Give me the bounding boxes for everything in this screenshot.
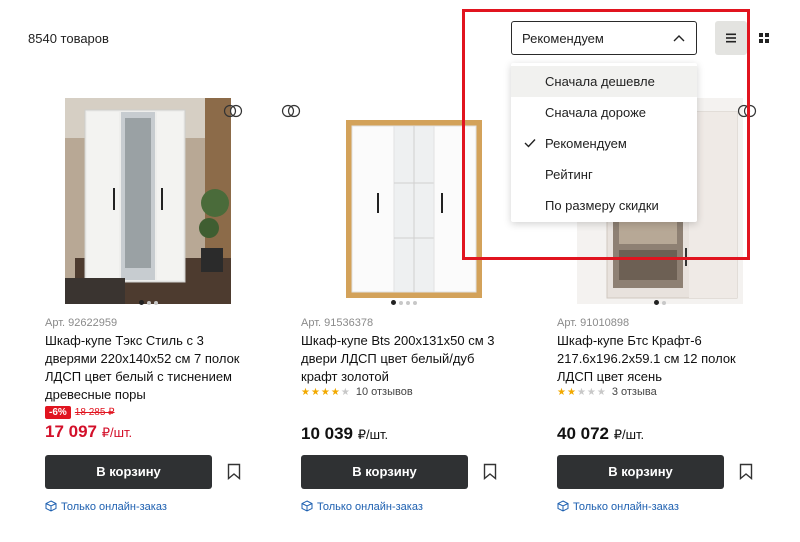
wardrobe-photo-1 bbox=[65, 98, 231, 304]
online-order-only: Только онлайн-заказ bbox=[45, 500, 167, 513]
bookmark-icon[interactable] bbox=[739, 463, 753, 480]
product-card[interactable]: Арт. 91536378 Шкаф-купе Bts 200x131x50 с… bbox=[281, 98, 531, 528]
wardrobe-photo-2 bbox=[321, 98, 487, 304]
product-price: 17 097 ₽/шт. bbox=[45, 422, 132, 442]
sort-option-recommended[interactable]: Рекомендуем bbox=[511, 128, 697, 159]
rating-stars: ★★★★★ bbox=[301, 387, 351, 398]
product-image[interactable] bbox=[321, 98, 487, 304]
online-order-label: Только онлайн-заказ bbox=[317, 501, 423, 513]
rating-row[interactable]: ★★★★★ 10 отзывов bbox=[301, 386, 413, 398]
image-pager-dots bbox=[557, 300, 763, 305]
box-icon bbox=[557, 500, 569, 512]
article-number: Арт. 92622959 bbox=[45, 317, 118, 329]
sort-option-rating[interactable]: Рейтинг bbox=[511, 159, 697, 190]
product-count: 8540 товаров bbox=[28, 31, 109, 46]
list-view-icon bbox=[726, 33, 736, 43]
image-pager-dots bbox=[45, 300, 251, 305]
price-unit: ₽/шт. bbox=[357, 427, 389, 442]
box-icon bbox=[301, 500, 313, 512]
sort-dropdown-menu: Сначала дешевле Сначала дороже Рекоменду… bbox=[511, 63, 697, 222]
discount-row: -6% 18 285 ₽ bbox=[45, 406, 115, 419]
reviews-count: 10 отзывов bbox=[355, 386, 413, 398]
grid-view-icon bbox=[759, 33, 769, 43]
chevron-up-icon bbox=[673, 35, 685, 42]
add-to-cart-button[interactable]: В корзину bbox=[557, 455, 724, 489]
article-number: Арт. 91536378 bbox=[301, 317, 374, 329]
sort-option-discount-size[interactable]: По размеру скидки bbox=[511, 190, 697, 221]
compare-icon[interactable] bbox=[737, 102, 757, 120]
reviews-count: 3 отзыва bbox=[611, 386, 657, 398]
price-value: 17 097 bbox=[45, 422, 97, 441]
rating-stars: ★★★★★ bbox=[557, 387, 607, 398]
rating-row[interactable]: ★★★★★ 3 отзыва bbox=[557, 386, 657, 398]
price-value: 10 039 bbox=[301, 424, 353, 443]
compare-icon[interactable] bbox=[281, 102, 301, 120]
product-price: 40 072 ₽/шт. bbox=[557, 424, 644, 444]
product-title[interactable]: Шкаф-купе Тэкс Стиль с 3 дверями 220х140… bbox=[45, 332, 251, 404]
grid-view-button[interactable] bbox=[748, 21, 780, 55]
online-order-label: Только онлайн-заказ bbox=[573, 501, 679, 513]
sort-option-cheaper-first[interactable]: Сначала дешевле bbox=[511, 66, 697, 97]
price-value: 40 072 bbox=[557, 424, 609, 443]
product-price: 10 039 ₽/шт. bbox=[301, 424, 388, 444]
add-to-cart-button[interactable]: В корзину bbox=[45, 455, 212, 489]
product-image[interactable] bbox=[65, 98, 231, 304]
article-number: Арт. 91010898 bbox=[557, 317, 630, 329]
sort-option-expensive-first[interactable]: Сначала дороже bbox=[511, 97, 697, 128]
checkmark-icon bbox=[524, 139, 536, 148]
price-unit: ₽/шт. bbox=[101, 425, 133, 440]
image-pager-dots bbox=[301, 300, 507, 305]
old-price: 18 285 ₽ bbox=[74, 407, 115, 418]
sort-selected-value: Рекомендуем bbox=[522, 31, 604, 46]
box-icon bbox=[45, 500, 57, 512]
price-unit: ₽/шт. bbox=[613, 427, 645, 442]
online-order-label: Только онлайн-заказ bbox=[61, 501, 167, 513]
compare-icon[interactable] bbox=[223, 102, 243, 120]
add-to-cart-button[interactable]: В корзину bbox=[301, 455, 468, 489]
bookmark-icon[interactable] bbox=[483, 463, 497, 480]
list-view-button[interactable] bbox=[715, 21, 747, 55]
online-order-only: Только онлайн-заказ bbox=[301, 500, 423, 513]
product-title[interactable]: Шкаф-купе Бтс Крафт-6 217.6x196.2x59.1 с… bbox=[557, 332, 763, 386]
product-title[interactable]: Шкаф-купе Bts 200x131x50 см 3 двери ЛДСП… bbox=[301, 332, 507, 386]
sort-select[interactable]: Рекомендуем bbox=[511, 21, 697, 55]
product-card[interactable]: Арт. 92622959 Шкаф-купе Тэкс Стиль с 3 д… bbox=[45, 98, 275, 528]
discount-badge: -6% bbox=[45, 406, 71, 419]
online-order-only: Только онлайн-заказ bbox=[557, 500, 679, 513]
bookmark-icon[interactable] bbox=[227, 463, 241, 480]
